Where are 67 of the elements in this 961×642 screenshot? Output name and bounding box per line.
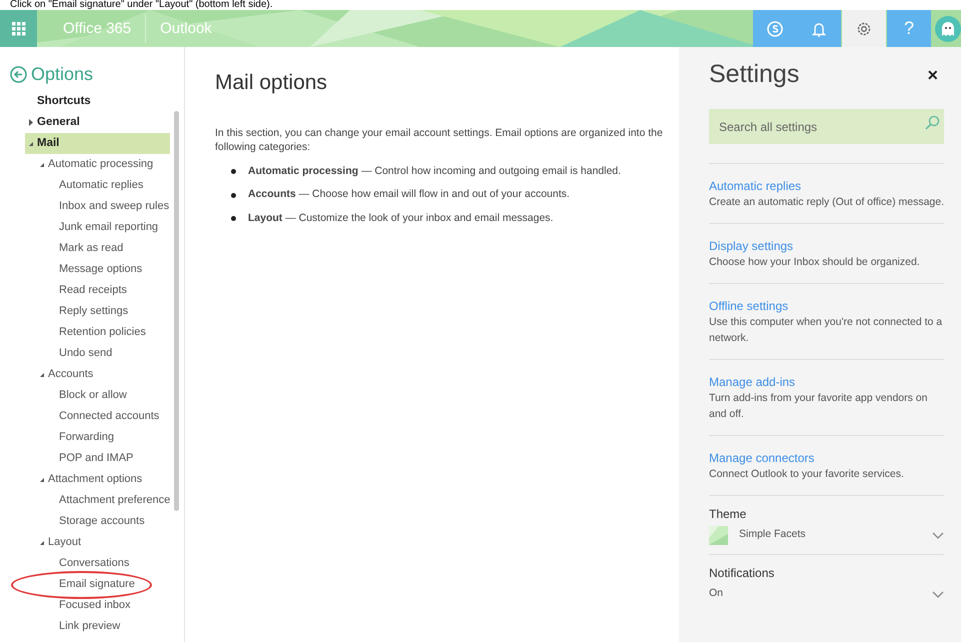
expanded-arrow-icon[interactable]: [39, 540, 45, 546]
app-launcher-button[interactable]: [0, 10, 37, 47]
tree-item[interactable]: Block or allow: [25, 385, 170, 406]
setting-description: Connect Outlook to your favorite services.: [709, 467, 905, 482]
skype-button[interactable]: [753, 10, 797, 47]
waffle-icon: [12, 22, 26, 36]
expanded-arrow-icon[interactable]: [39, 372, 45, 378]
tree-item[interactable]: Automatic processing: [25, 154, 170, 175]
setting-description: Choose how your Inbox should be organized.: [709, 255, 921, 270]
theme-thumbnail: [709, 526, 728, 544]
instruction-caption: Click on "Email signature" under "Layout" (bottom left side).: [9, 0, 273, 10]
tree-item[interactable]: Attachment options: [25, 469, 170, 490]
bullet-icon: [231, 168, 236, 174]
tree-item[interactable]: Forwarding: [25, 427, 170, 448]
tree-item[interactable]: Mail: [25, 133, 170, 154]
setting-description: Use this computer when you're not connected to a network.: [709, 315, 944, 346]
tree-item[interactable]: Focused inbox: [25, 595, 170, 616]
panel-title: Settings: [709, 59, 800, 90]
tree-item[interactable]: Mark as read: [25, 238, 170, 259]
chevron-down-icon: [932, 590, 944, 598]
setting-label: Notifications: [709, 565, 776, 581]
tree-item[interactable]: Automatic replies: [25, 175, 170, 196]
tree-item[interactable]: Link preview: [25, 616, 170, 637]
tree-item[interactable]: Layout: [25, 532, 170, 553]
back-icon[interactable]: [10, 66, 27, 82]
bullet-icon: [231, 216, 236, 222]
skype-icon: [766, 20, 784, 38]
search-field[interactable]: Search all settings: [709, 109, 944, 144]
dropdown[interactable]: Simple Facets: [709, 524, 944, 546]
avatar[interactable]: [935, 16, 961, 42]
collapsed-arrow-icon[interactable]: [28, 119, 34, 126]
bullet-icon: [231, 192, 236, 198]
tree-item[interactable]: Message options: [25, 259, 170, 280]
dropdown[interactable]: On: [709, 583, 944, 605]
setting-description: Create an automatic reply (Out of office) message.: [709, 195, 944, 210]
chevron-down-icon: [932, 532, 944, 538]
tree-item[interactable]: Email signature: [25, 574, 170, 595]
tree-item[interactable]: Connected accounts: [25, 406, 170, 427]
close-button[interactable]: ×: [923, 62, 942, 88]
category-description: Accounts — Choose how email will flow in and out of your accounts.: [248, 187, 570, 202]
expanded-arrow-icon[interactable]: [28, 140, 34, 146]
expanded-arrow-icon[interactable]: [39, 162, 45, 168]
tree-item[interactable]: Junk email reporting: [25, 217, 170, 238]
tree-item[interactable]: Read receipts: [25, 280, 170, 301]
bell-button[interactable]: [797, 10, 841, 47]
bell-icon: [811, 20, 827, 36]
page-title: Mail options: [215, 70, 328, 96]
gear-button[interactable]: [842, 10, 886, 47]
search-icon: [924, 115, 940, 131]
setting-description: Turn add-ins from your favorite app vendors on and off.: [709, 391, 928, 422]
options-title: Options: [31, 62, 94, 86]
setting-label: Theme: [709, 506, 748, 522]
tree-item[interactable]: Storage accounts: [25, 511, 170, 532]
tree-item[interactable]: Reply settings: [25, 301, 170, 322]
category-description: Layout — Customize the look of your inbox and email messages.: [248, 211, 554, 226]
tree-item[interactable]: Inbox and sweep rules: [25, 196, 170, 217]
tree-item[interactable]: Shortcuts: [25, 91, 170, 112]
expanded-arrow-icon[interactable]: [39, 476, 45, 482]
tree-item[interactable]: Undo send: [25, 343, 170, 364]
tree-item[interactable]: Retention policies: [25, 322, 170, 343]
category-description: Automatic processing — Control how incoming and outgoing email is handled.: [248, 164, 621, 178]
tree-item[interactable]: General: [25, 112, 170, 133]
tree-item[interactable]: Attachment preference: [25, 490, 170, 511]
intro-paragraph: In this section, you can change your email account settings. Email options are organized into the following categories:: [215, 126, 664, 154]
tree-item[interactable]: Conversations: [25, 553, 170, 574]
tree-item[interactable]: POP and IMAP: [25, 448, 170, 469]
tree-item[interactable]: Accounts: [25, 364, 170, 385]
